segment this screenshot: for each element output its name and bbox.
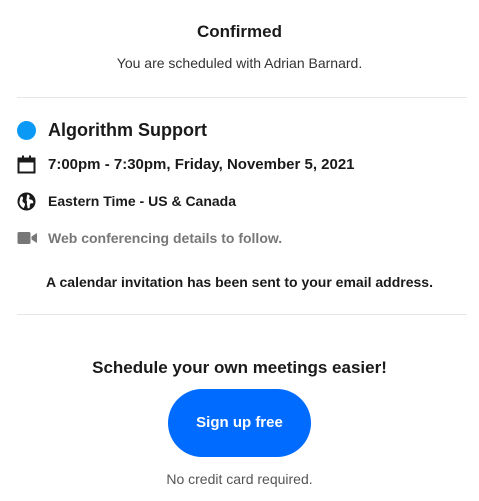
signup-promo: Schedule your own meetings easier! Sign … [0, 356, 479, 489]
event-datetime-row: 7:00pm - 7:30pm, Friday, November 5, 202… [17, 153, 467, 175]
divider-bottom [17, 314, 467, 315]
scheduled-with-text: You are scheduled with Adrian Barnard. [116, 55, 363, 71]
confirmation-header: Confirmed You are scheduled with Adrian … [0, 20, 479, 73]
event-conferencing-row: Web conferencing details to follow. [17, 227, 467, 249]
globe-icon [17, 190, 39, 212]
event-datetime: 7:00pm - 7:30pm, Friday, November 5, 202… [48, 155, 355, 173]
sign-up-free-button[interactable]: Sign up free [168, 389, 311, 457]
event-timezone-row: Eastern Time - US & Canada [17, 190, 467, 212]
event-name-row: Algorithm Support [17, 117, 467, 143]
divider-top [17, 97, 467, 98]
video-camera-icon [17, 227, 39, 249]
conferencing-details: Web conferencing details to follow. [48, 230, 283, 246]
event-name: Algorithm Support [48, 119, 207, 140]
promo-heading: Schedule your own meetings easier! [92, 358, 387, 377]
event-color-dot-icon [17, 119, 39, 141]
event-timezone: Eastern Time - US & Canada [48, 193, 237, 209]
page-title: Confirmed [197, 22, 282, 41]
event-details: Algorithm Support 7:00pm - 7:30pm, Frida… [17, 117, 467, 249]
no-credit-card-note: No credit card required. [166, 471, 313, 487]
calendar-icon [17, 153, 39, 175]
invitation-notice: A calendar invitation has been sent to y… [46, 274, 433, 290]
